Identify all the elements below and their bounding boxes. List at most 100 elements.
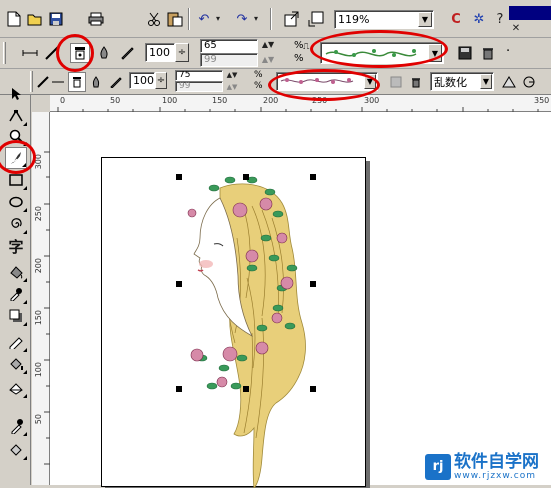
selection-handle[interactable]	[176, 174, 182, 180]
rectangle-tool-icon[interactable]	[5, 169, 27, 191]
calligraphic-mode-icon[interactable]	[94, 43, 114, 63]
pressure-mode-icon[interactable]	[117, 43, 137, 63]
chevron-down-icon[interactable]: ▼	[480, 74, 492, 89]
selection-handle[interactable]	[310, 281, 316, 287]
artistic-media-tool-icon[interactable]	[5, 147, 27, 169]
sprayer-mode-icon[interactable]	[68, 72, 86, 92]
scale-secondary-spin-icon[interactable]: ▲▼	[224, 81, 240, 93]
new-document-icon[interactable]	[4, 9, 24, 29]
shape-tool-icon[interactable]	[5, 105, 27, 127]
artistic-media-property-bar: 100 ÷ 65 99 ▲▼ ▲▼ % % ⎍ ▼ ·	[0, 38, 551, 69]
calligraphic-mode-icon[interactable]	[88, 72, 104, 92]
corel-online-icon[interactable]: ✲	[469, 9, 489, 29]
title-bar-fragment	[509, 6, 551, 20]
delete-spray-icon[interactable]	[478, 43, 498, 63]
spray-size-spinner-icon[interactable]: ÷	[155, 72, 167, 89]
outline-tool-icon[interactable]	[5, 331, 27, 353]
spray-scale-input[interactable]: 75	[175, 70, 223, 81]
eyedropper-tool-icon[interactable]	[5, 283, 27, 305]
zoom-tool-icon[interactable]	[5, 125, 27, 147]
selection-handle[interactable]	[176, 281, 182, 287]
help-icon[interactable]: ?	[490, 9, 510, 29]
rotation-icon[interactable]	[520, 72, 538, 92]
scale-secondary-spin-icon[interactable]: ▲▼	[258, 53, 278, 67]
sprayer-list-select[interactable]: ▼	[276, 72, 378, 91]
save-spray-icon[interactable]	[388, 72, 404, 92]
ruler-label: 0	[60, 96, 66, 105]
ruler-label: 200	[34, 258, 43, 274]
save-spray-icon[interactable]	[455, 43, 475, 63]
spray-order-select[interactable]: 乱数化 ▼	[430, 72, 494, 91]
selection-handle[interactable]	[310, 386, 316, 392]
sprayer-mode-icon[interactable]	[70, 43, 90, 63]
document-page[interactable]	[101, 157, 366, 488]
cut-icon[interactable]	[144, 9, 164, 29]
selection-handle[interactable]	[310, 174, 316, 180]
spray-size-input[interactable]: 100	[129, 72, 155, 89]
spray-scale-value: 65	[204, 40, 217, 51]
interactive-fill-icon[interactable]	[5, 261, 27, 283]
import-icon[interactable]	[282, 9, 302, 29]
ruler-label: 100	[34, 362, 43, 378]
ruler-origin[interactable]	[32, 95, 50, 112]
ruler-label: 350	[534, 96, 550, 105]
selection-handle[interactable]	[243, 174, 249, 180]
scale-increase-icon[interactable]: ▲▼	[258, 38, 278, 52]
selection-handle[interactable]	[243, 386, 249, 392]
delete-spray-icon[interactable]	[408, 72, 424, 92]
secondary-property-bar: 100 ÷ 75 99 ▲▼ ▲▼ % % ▼ 乱数化 ▼	[0, 69, 551, 95]
brush-mode-icon[interactable]	[36, 72, 50, 92]
watermark-label	[67, 9, 87, 29]
spray-size-spinner-icon[interactable]: ÷	[175, 43, 189, 62]
vertical-ruler[interactable]: 300 250 200 150 100 50	[32, 112, 50, 485]
brush-mode-icon[interactable]	[42, 43, 62, 63]
ruler-label: 250	[34, 206, 43, 222]
spray-size-value: 100	[149, 46, 170, 59]
drawing-canvas[interactable]	[50, 112, 551, 488]
text-tool-icon[interactable]: 字	[5, 235, 27, 257]
scale-spin-icon[interactable]: ▲▼	[224, 69, 240, 81]
preset-mode-icon[interactable]	[50, 72, 66, 92]
shadow-tool-icon[interactable]	[5, 305, 27, 327]
undo-dropdown-icon[interactable]: ▾	[208, 9, 228, 29]
paste-icon[interactable]	[165, 9, 185, 29]
spray-scale-input[interactable]: 65	[200, 39, 258, 53]
toolbar-grip	[3, 42, 6, 64]
preset-mode-icon[interactable]	[20, 43, 40, 63]
save-disk-icon[interactable]	[46, 9, 66, 29]
paint-bucket-tool-icon[interactable]	[5, 353, 27, 375]
ruler-label: 100	[162, 96, 178, 105]
ellipse-tool-icon[interactable]	[5, 191, 27, 213]
ruler-label: 50	[110, 96, 121, 105]
horizontal-ruler[interactable]: 0 100 200 300 50 150 250 350	[50, 95, 551, 112]
redo-dropdown-icon[interactable]: ▾	[246, 9, 266, 29]
toolbar-grip	[30, 71, 33, 92]
scale-lock-icon[interactable]: ⎍	[303, 42, 319, 58]
spray-settings-icon[interactable]	[500, 72, 518, 92]
print-icon[interactable]	[86, 9, 106, 29]
window-close-icon[interactable]: ✕	[509, 22, 523, 36]
sprayer-list-select[interactable]: ▼	[320, 42, 444, 64]
chevron-down-icon[interactable]: ▼	[428, 44, 442, 62]
pressure-mode-icon[interactable]	[108, 72, 124, 92]
zoom-level-value: 119%	[338, 13, 370, 26]
bucket-icon[interactable]	[5, 439, 27, 461]
selection-handle[interactable]	[176, 386, 182, 392]
chevron-down-icon[interactable]: ▼	[364, 74, 376, 89]
pick-tool-icon[interactable]	[5, 83, 27, 105]
zoom-level-select[interactable]: 119% ▼	[334, 10, 434, 29]
flower-spray-preview-icon	[280, 78, 354, 84]
dot-separator: ·	[506, 44, 511, 59]
spray-scale-secondary-input[interactable]: 99	[200, 53, 258, 67]
vine-spray-preview-icon	[325, 49, 417, 57]
fill-tool-icon[interactable]	[5, 377, 27, 399]
spray-scale-secondary-input[interactable]: 99	[175, 81, 223, 92]
spray-size-input[interactable]: 100	[145, 43, 175, 62]
open-folder-icon[interactable]	[25, 9, 45, 29]
spray-order-value: 乱数化	[434, 76, 467, 89]
dropper-icon[interactable]	[5, 415, 27, 437]
spiral-tool-icon[interactable]	[5, 213, 27, 235]
application-launcher-icon[interactable]: C	[446, 9, 466, 29]
chevron-down-icon[interactable]: ▼	[418, 12, 432, 27]
export-icon[interactable]	[306, 9, 326, 29]
